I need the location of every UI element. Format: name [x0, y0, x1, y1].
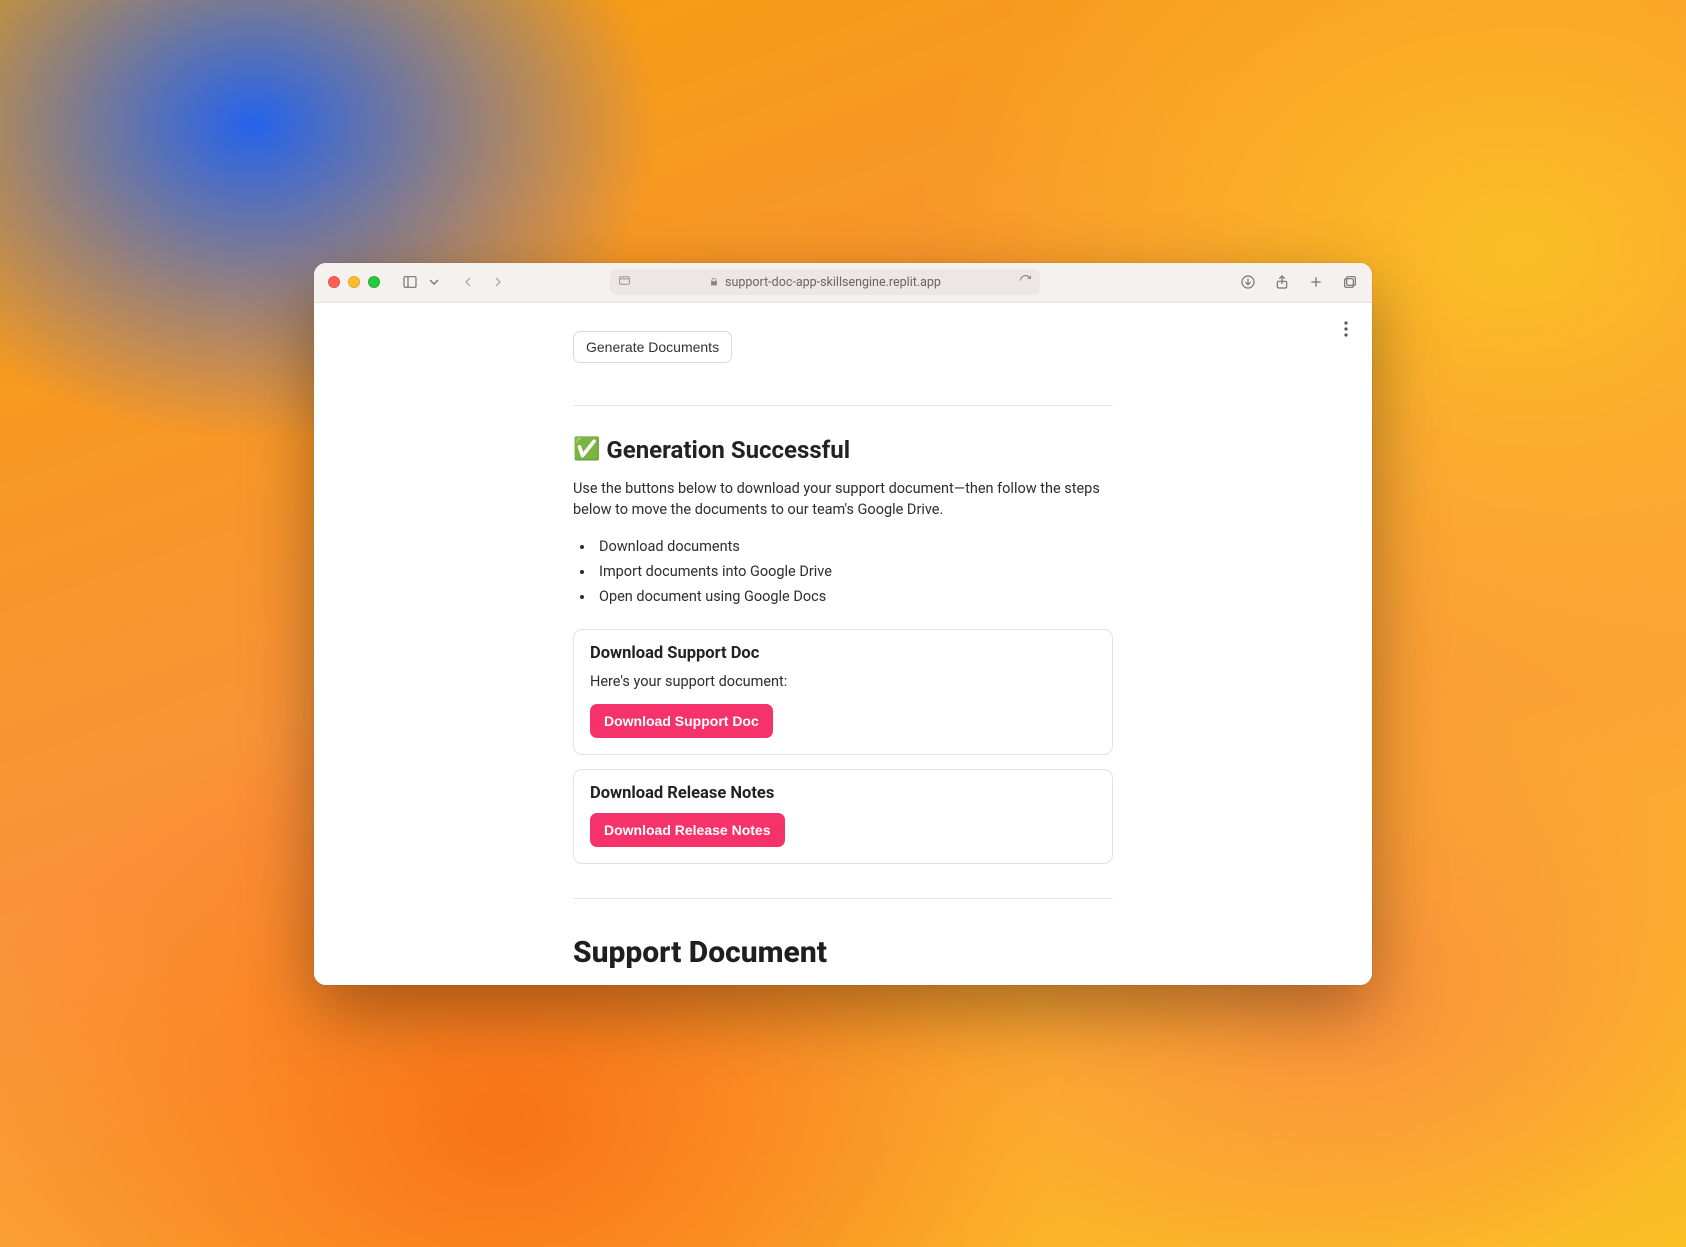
- document-title: Support Document: [573, 935, 1113, 970]
- share-icon[interactable]: [1274, 274, 1290, 290]
- window-controls: [328, 276, 380, 288]
- success-heading: ✅ Generation Successful: [573, 436, 1113, 464]
- card-desc: Here's your support document:: [590, 673, 1096, 690]
- card-title: Download Support Doc: [590, 644, 1096, 663]
- divider: [573, 405, 1113, 406]
- window-close-button[interactable]: [328, 276, 340, 288]
- new-tab-icon[interactable]: [1308, 274, 1324, 290]
- downloads-icon[interactable]: [1240, 274, 1256, 290]
- download-support-card: Download Support Doc Here's your support…: [573, 629, 1113, 755]
- download-release-button[interactable]: Download Release Notes: [590, 813, 785, 847]
- download-release-card: Download Release Notes Download Release …: [573, 769, 1113, 864]
- list-item: Import documents into Google Drive: [595, 561, 1113, 583]
- sidebar-toggle-icon[interactable]: [402, 274, 418, 290]
- safari-window: support-doc-app-skillsengine.replit.app: [314, 263, 1372, 985]
- generate-documents-button[interactable]: Generate Documents: [573, 331, 732, 363]
- navigation-controls: [460, 274, 506, 290]
- download-support-button[interactable]: Download Support Doc: [590, 704, 773, 738]
- toolbar-right: [1240, 274, 1358, 290]
- forward-button[interactable]: [490, 274, 506, 290]
- success-lead: Use the buttons below to download your s…: [573, 478, 1113, 520]
- address-bar[interactable]: support-doc-app-skillsengine.replit.app: [610, 269, 1040, 295]
- list-item: Open document using Google Docs: [595, 586, 1113, 608]
- lock-icon: [709, 277, 719, 287]
- kebab-menu-icon[interactable]: [1344, 321, 1348, 341]
- card-title: Download Release Notes: [590, 784, 1096, 803]
- page-content: Generate Documents ✅ Generation Successf…: [314, 303, 1372, 985]
- reload-icon[interactable]: [1019, 274, 1032, 291]
- window-minimize-button[interactable]: [348, 276, 360, 288]
- chevron-down-icon[interactable]: [426, 274, 442, 290]
- tabs-overview-icon[interactable]: [1342, 274, 1358, 290]
- url-text: support-doc-app-skillsengine.replit.app: [725, 275, 941, 290]
- main-column: Generate Documents ✅ Generation Successf…: [573, 303, 1113, 985]
- back-button[interactable]: [460, 274, 476, 290]
- website-settings-icon[interactable]: [618, 274, 631, 291]
- browser-titlebar: support-doc-app-skillsengine.replit.app: [314, 263, 1372, 303]
- list-item: Download documents: [595, 536, 1113, 558]
- steps-list: Download documents Import documents into…: [573, 536, 1113, 609]
- success-heading-text: Generation Successful: [606, 436, 850, 464]
- check-icon: ✅: [573, 437, 600, 462]
- window-maximize-button[interactable]: [368, 276, 380, 288]
- divider: [573, 898, 1113, 899]
